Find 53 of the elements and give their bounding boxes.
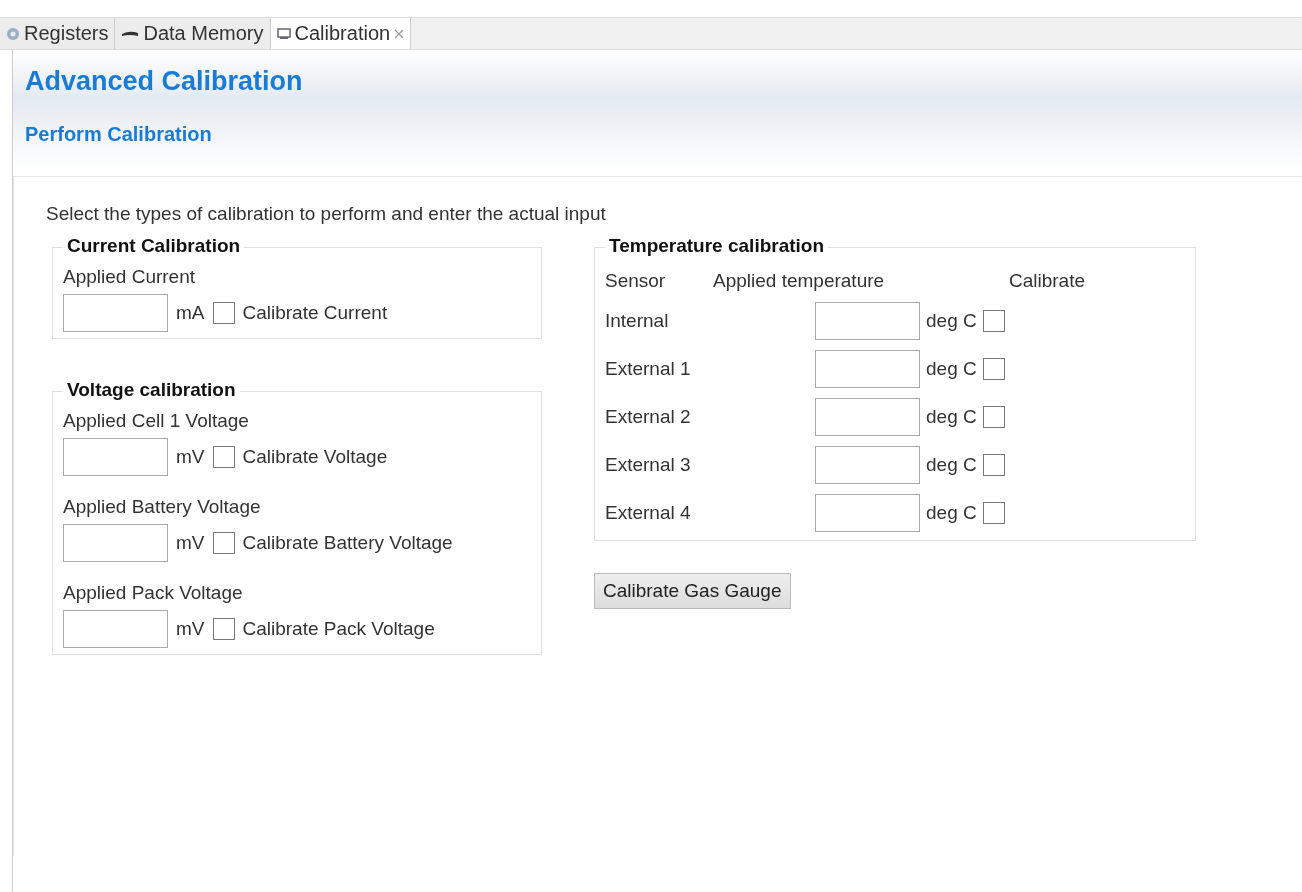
- checkbox[interactable]: [212, 302, 235, 324]
- checkbox[interactable]: [212, 532, 235, 554]
- column-header: Calibrate: [1009, 270, 1086, 292]
- checkbox[interactable]: [982, 310, 1005, 332]
- unit-label: mA: [176, 302, 205, 324]
- input-field[interactable]: [63, 524, 168, 562]
- checkbox[interactable]: [982, 502, 1005, 524]
- field-label: Applied Pack Voltage: [63, 582, 244, 604]
- input-field[interactable]: [815, 446, 920, 484]
- unit-label: mV: [176, 532, 205, 554]
- input-field[interactable]: [815, 398, 920, 436]
- input-field[interactable]: [63, 438, 168, 476]
- column-header: Sensor: [605, 270, 667, 292]
- field-label: Applied Battery Voltage: [63, 496, 262, 518]
- field-label: Applied Current: [63, 266, 197, 288]
- sensor-label: External 3: [605, 454, 692, 476]
- input-field[interactable]: [63, 294, 168, 332]
- checkbox[interactable]: [212, 446, 235, 468]
- input-field[interactable]: [815, 494, 920, 532]
- window-icon: [276, 27, 291, 40]
- checkbox-label[interactable]: Calibrate Pack Voltage: [242, 618, 435, 640]
- gear-icon: [6, 26, 20, 41]
- page-title: Advanced Calibration: [25, 66, 304, 97]
- sensor-label: External 2: [605, 406, 692, 428]
- unit-label: deg C: [926, 454, 977, 476]
- checkbox[interactable]: [982, 358, 1005, 380]
- tab[interactable]: Registers: [0, 18, 116, 49]
- unit-label: mV: [176, 618, 205, 640]
- checkbox-label[interactable]: Calibrate Battery Voltage: [242, 532, 453, 554]
- input-field[interactable]: [815, 302, 920, 340]
- checkbox[interactable]: [982, 406, 1005, 428]
- checkbox-label[interactable]: Calibrate Voltage: [242, 446, 388, 468]
- sensor-label: Internal: [605, 310, 670, 332]
- column-header: Applied temperature: [713, 270, 886, 292]
- section-title: Perform Calibration: [25, 123, 213, 146]
- unit-label: mV: [176, 446, 205, 468]
- unit-label: deg C: [926, 502, 977, 524]
- checkbox-label[interactable]: Calibrate Current: [242, 302, 388, 324]
- calibrate-button[interactable]: Calibrate Gas Gauge: [594, 573, 791, 609]
- checkbox[interactable]: [982, 454, 1005, 476]
- input-field[interactable]: [63, 610, 168, 648]
- field-label: Applied Cell 1 Voltage: [63, 410, 250, 432]
- unit-label: deg C: [926, 358, 977, 380]
- checkbox[interactable]: [212, 618, 235, 640]
- tab[interactable]: Calibration: [270, 18, 412, 49]
- instructions-text: Select the types of calibration to perform and enter the actual input: [46, 203, 607, 225]
- sensor-label: External 1: [605, 358, 692, 380]
- input-field[interactable]: [815, 350, 920, 388]
- tab[interactable]: Data Memory: [115, 18, 271, 49]
- unit-label: deg C: [926, 406, 977, 428]
- unit-label: deg C: [926, 310, 977, 332]
- close-icon[interactable]: [394, 28, 405, 39]
- sensor-label: External 4: [605, 502, 692, 524]
